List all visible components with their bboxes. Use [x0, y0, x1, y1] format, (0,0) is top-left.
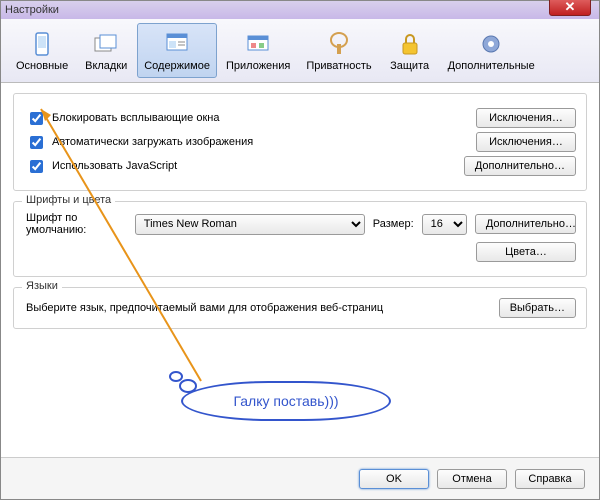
choose-language-button[interactable]: Выбрать… [499, 298, 576, 318]
lock-icon [396, 30, 424, 58]
annotation-bubble: Галку поставь))) [181, 381, 391, 429]
default-font-label: Шрифт по умолчанию: [26, 212, 127, 236]
tabs-icon [92, 30, 120, 58]
autoload-images-checkbox[interactable]: Автоматически загружать изображения [26, 133, 253, 152]
tab-tabs[interactable]: Вкладки [77, 23, 135, 78]
fonts-title: Шрифты и цвета [22, 194, 115, 206]
tab-content[interactable]: Содержимое [137, 23, 217, 78]
fonts-advanced-button[interactable]: Дополнительно… [475, 214, 576, 234]
tab-privacy[interactable]: Приватность [299, 23, 378, 78]
fonts-group: Шрифты и цвета Шрифт по умолчанию: Times… [13, 201, 587, 277]
general-icon [28, 30, 56, 58]
languages-title: Языки [22, 280, 62, 292]
dialog-footer: OK Отмена Справка [1, 457, 599, 499]
tab-general[interactable]: Основные [9, 23, 75, 78]
use-javascript-checkbox[interactable]: Использовать JavaScript [26, 157, 177, 176]
ok-button[interactable]: OK [359, 469, 429, 489]
gear-icon [477, 30, 505, 58]
languages-desc: Выберите язык, предпочитаемый вами для о… [26, 302, 383, 314]
tab-security[interactable]: Защита [381, 23, 439, 78]
window-title: Настройки [5, 4, 59, 16]
help-button[interactable]: Справка [515, 469, 585, 489]
languages-group: Языки Выберите язык, предпочитаемый вами… [13, 287, 587, 329]
colors-button[interactable]: Цвета… [476, 242, 576, 262]
titlebar: Настройки ✕ [1, 1, 599, 19]
exceptions-button-2[interactable]: Исключения… [476, 132, 576, 152]
tab-advanced[interactable]: Дополнительные [441, 23, 542, 78]
privacy-icon [325, 30, 353, 58]
size-label: Размер: [373, 218, 414, 230]
content-icon [163, 30, 191, 58]
block-popups-checkbox[interactable]: Блокировать всплывающие окна [26, 109, 219, 128]
cancel-button[interactable]: Отмена [437, 469, 507, 489]
toolbar: Основные Вкладки Содержимое Приложения П… [1, 19, 599, 83]
exceptions-button-1[interactable]: Исключения… [476, 108, 576, 128]
applications-icon [244, 30, 272, 58]
close-button[interactable]: ✕ [549, 0, 591, 16]
font-select[interactable]: Times New Roman [135, 214, 365, 235]
size-select[interactable]: 16 [422, 214, 467, 235]
tab-applications[interactable]: Приложения [219, 23, 297, 78]
popups-group: Блокировать всплывающие окна Исключения…… [13, 93, 587, 191]
advanced-js-button[interactable]: Дополнительно… [464, 156, 576, 176]
settings-dialog: Настройки ✕ Основные Вкладки Содержимое … [0, 0, 600, 500]
